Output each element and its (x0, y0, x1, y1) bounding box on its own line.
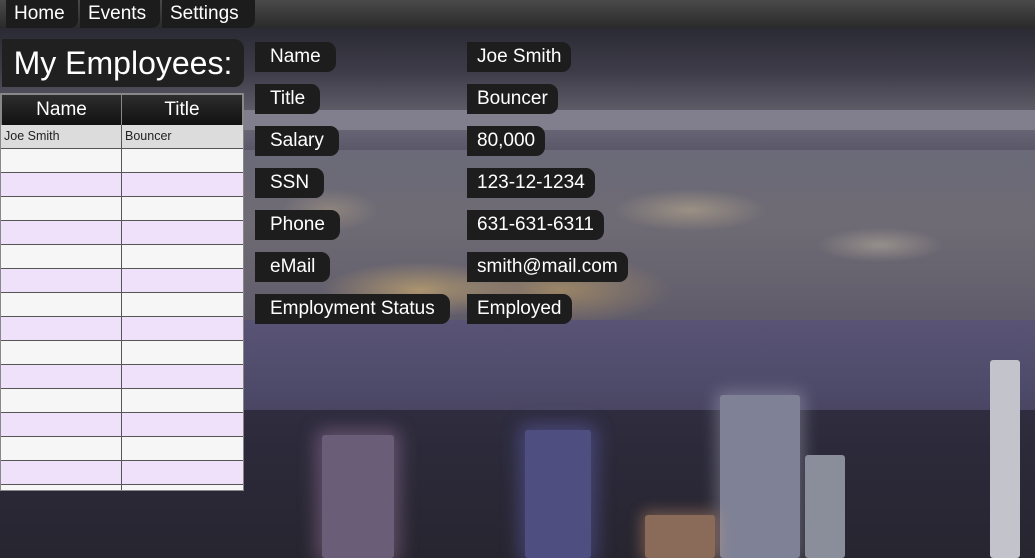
value-phone: 631-631-6311 (467, 210, 604, 240)
table-row-empty[interactable] (1, 341, 243, 365)
label-employment-status: Employment Status (255, 294, 450, 324)
cell-title: Bouncer (125, 129, 172, 143)
value-salary: 80,000 (467, 126, 546, 156)
column-header-title[interactable]: Title (122, 94, 243, 125)
table-row-empty[interactable] (1, 365, 243, 389)
value-employment-status: Employed (467, 294, 572, 324)
value-title: Bouncer (467, 84, 558, 114)
table-header: Name Title (1, 94, 243, 125)
table-row[interactable]: Joe Smith Bouncer (1, 125, 243, 149)
table-row-empty[interactable] (1, 245, 243, 269)
table-row-empty[interactable] (1, 173, 243, 197)
label-name: Name (255, 42, 336, 72)
menu-home[interactable]: Home (6, 0, 78, 28)
table-row-empty[interactable] (1, 149, 243, 173)
menu-settings[interactable]: Settings (162, 0, 255, 28)
table-row-empty[interactable] (1, 437, 243, 461)
cell-name: Joe Smith (1, 125, 122, 148)
label-email: eMail (255, 252, 331, 282)
label-ssn: SSN (255, 168, 325, 198)
column-header-name[interactable]: Name (1, 94, 122, 125)
employees-panel-title: My Employees: (2, 39, 244, 87)
table-row-empty[interactable] (1, 197, 243, 221)
label-phone: Phone (255, 210, 340, 240)
menu-bar: Home Events Settings (0, 0, 1035, 28)
label-title: Title (255, 84, 321, 114)
employees-table[interactable]: Name Title Joe Smith Bouncer (0, 93, 244, 491)
value-ssn: 123-12-1234 (467, 168, 595, 198)
table-row-empty[interactable] (1, 269, 243, 293)
menu-events[interactable]: Events (80, 0, 160, 28)
label-salary: Salary (255, 126, 339, 156)
table-row-empty[interactable] (1, 293, 243, 317)
table-row-empty[interactable] (1, 317, 243, 341)
value-email: smith@mail.com (467, 252, 628, 282)
table-row-empty[interactable] (1, 221, 243, 245)
value-name: Joe Smith (467, 42, 572, 72)
table-row-empty[interactable] (1, 461, 243, 485)
table-row-empty[interactable] (1, 413, 243, 437)
table-row-empty[interactable] (1, 485, 243, 490)
table-row-empty[interactable] (1, 389, 243, 413)
